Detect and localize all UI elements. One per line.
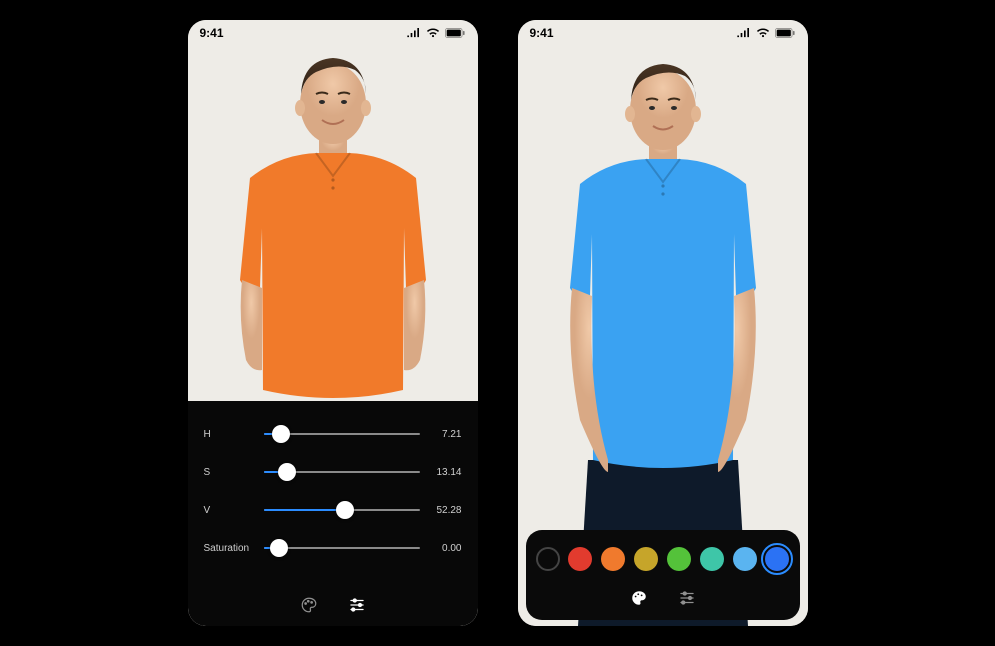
sliders-tab-button[interactable] [347, 595, 367, 615]
color-swatch-panel [526, 530, 800, 620]
slider-thumb[interactable] [272, 425, 290, 443]
slider-value: 7.21 [428, 429, 462, 440]
color-swatch-sky[interactable] [733, 547, 757, 571]
cellular-signal-icon [736, 28, 752, 38]
color-swatch-row [536, 542, 790, 576]
battery-icon [444, 28, 466, 38]
color-swatch-green[interactable] [667, 547, 691, 571]
phone-swatch-picker: 9:41 [518, 20, 808, 626]
color-swatch-blue[interactable] [765, 547, 789, 571]
wifi-icon [756, 28, 770, 38]
status-bar: 9:41 [518, 20, 808, 46]
slider-label: H [204, 429, 256, 440]
slider-row-h: H 7.21 [204, 417, 462, 451]
slider-track[interactable] [264, 433, 420, 435]
slider-row-v: V 52.28 [204, 493, 462, 527]
slider-thumb[interactable] [278, 463, 296, 481]
slider-value: 13.14 [428, 467, 462, 478]
editor-tabbar [536, 584, 790, 612]
slider-row-saturation: Saturation 0.00 [204, 531, 462, 565]
color-swatch-teal[interactable] [700, 547, 724, 571]
status-bar: 9:41 [188, 20, 478, 46]
wifi-icon [426, 28, 440, 38]
slider-thumb[interactable] [336, 501, 354, 519]
dual-phone-comparison: 9:41 [0, 0, 995, 646]
slider-track[interactable] [264, 547, 420, 549]
palette-tab-button[interactable] [629, 588, 649, 608]
color-swatch-red[interactable] [568, 547, 592, 571]
slider-label: V [204, 505, 256, 516]
slider-label: S [204, 467, 256, 478]
cellular-signal-icon [406, 28, 422, 38]
slider-value: 0.00 [428, 543, 462, 554]
slider-thumb[interactable] [270, 539, 288, 557]
status-time: 9:41 [530, 26, 554, 40]
status-indicators [406, 28, 466, 38]
slider-track[interactable] [264, 509, 420, 511]
color-swatch-orange[interactable] [601, 547, 625, 571]
status-time: 9:41 [200, 26, 224, 40]
status-indicators [736, 28, 796, 38]
color-swatch-black[interactable] [536, 547, 560, 571]
sliders-tab-button[interactable] [677, 588, 697, 608]
slider-label: Saturation [204, 543, 256, 554]
palette-tab-button[interactable] [299, 595, 319, 615]
color-swatch-olive[interactable] [634, 547, 658, 571]
editor-tabbar [188, 590, 478, 620]
phone-hsv-editor: 9:41 [188, 20, 478, 626]
slider-track[interactable] [264, 471, 420, 473]
slider-value: 52.28 [428, 505, 462, 516]
battery-icon [774, 28, 796, 38]
slider-row-s: S 13.14 [204, 455, 462, 489]
